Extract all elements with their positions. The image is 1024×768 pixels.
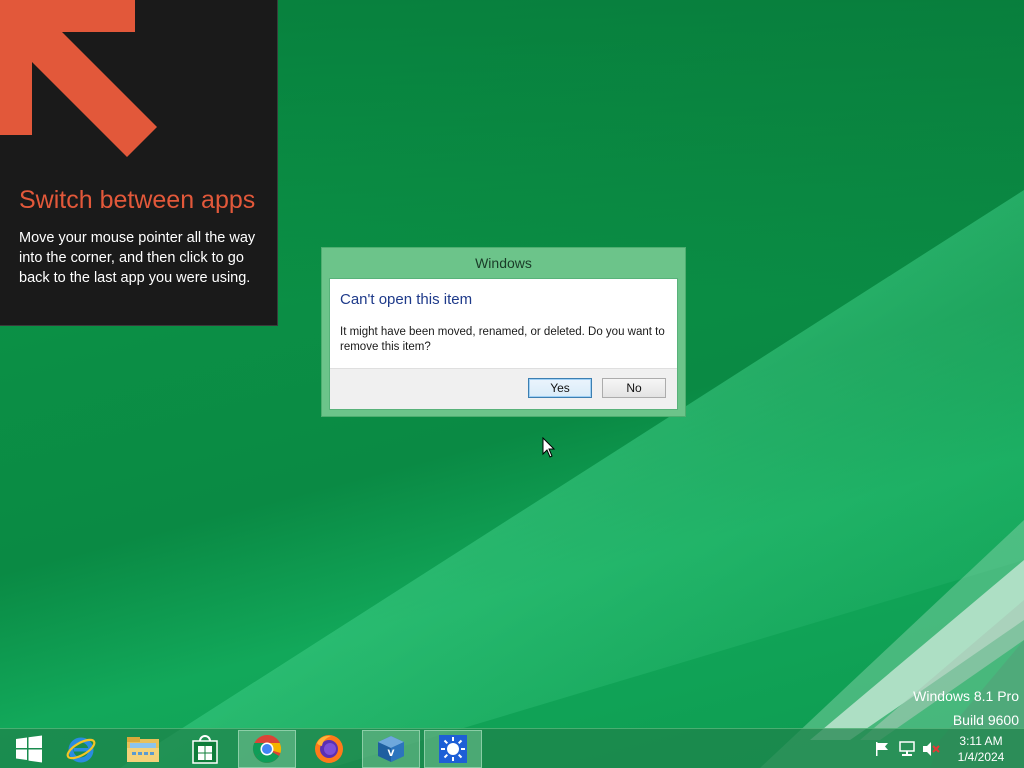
taskbar-virtualbox[interactable]: V bbox=[362, 730, 420, 768]
internet-explorer-icon bbox=[66, 737, 96, 763]
folder-icon bbox=[127, 737, 159, 762]
tip-panel: Switch between apps Move your mouse poin… bbox=[0, 0, 278, 326]
chrome-icon bbox=[252, 734, 282, 763]
taskbar-store[interactable] bbox=[176, 730, 234, 768]
tip-body: Move your mouse pointer all the way into… bbox=[19, 230, 256, 286]
mouse-pointer-icon bbox=[542, 437, 556, 458]
firefox-icon bbox=[315, 735, 343, 763]
taskbar-internet-explorer[interactable] bbox=[52, 730, 110, 768]
sun-icon bbox=[439, 735, 467, 763]
taskbar-chrome[interactable] bbox=[238, 730, 296, 768]
taskbar-app-sun[interactable] bbox=[424, 730, 482, 768]
dialog-heading: Can't open this item bbox=[340, 291, 473, 308]
dialog-button-bar: Yes No bbox=[330, 368, 677, 409]
flag-icon[interactable] bbox=[874, 741, 890, 757]
svg-text:V: V bbox=[388, 749, 395, 759]
virtualbox-icon: V bbox=[378, 736, 404, 762]
clock-time: 3:11 AM bbox=[959, 734, 1003, 748]
start-button[interactable] bbox=[0, 730, 58, 768]
taskbar-clock[interactable]: 3:11 AM 1/4/2024 bbox=[950, 733, 1012, 765]
os-version-watermark: Windows 8.1 Pro Build 9600 bbox=[913, 684, 1019, 732]
no-button[interactable]: No bbox=[602, 378, 666, 398]
watermark-edition: Windows 8.1 Pro bbox=[913, 688, 1019, 704]
network-icon[interactable] bbox=[898, 741, 916, 757]
taskbar-firefox[interactable] bbox=[300, 730, 358, 768]
arrow-up-left-icon bbox=[0, 0, 157, 157]
store-bag-icon bbox=[192, 735, 218, 764]
tip-title: Switch between apps bbox=[19, 186, 256, 214]
clock-date: 1/4/2024 bbox=[957, 750, 1005, 764]
error-dialog: Windows Can't open this item It might ha… bbox=[321, 247, 686, 417]
windows-logo-icon bbox=[16, 735, 42, 763]
taskbar-file-explorer[interactable] bbox=[114, 730, 172, 768]
dialog-content: Can't open this item It might have been … bbox=[329, 278, 678, 410]
speaker-muted-icon[interactable] bbox=[922, 741, 940, 757]
dialog-message: It might have been moved, renamed, or de… bbox=[340, 326, 665, 353]
yes-button[interactable]: Yes bbox=[528, 378, 592, 398]
dialog-title: Windows bbox=[475, 255, 532, 271]
taskbar: V 3:11 AM 1/4/2024 bbox=[0, 728, 1024, 768]
desktop[interactable]: Switch between apps Move your mouse poin… bbox=[0, 0, 1024, 768]
